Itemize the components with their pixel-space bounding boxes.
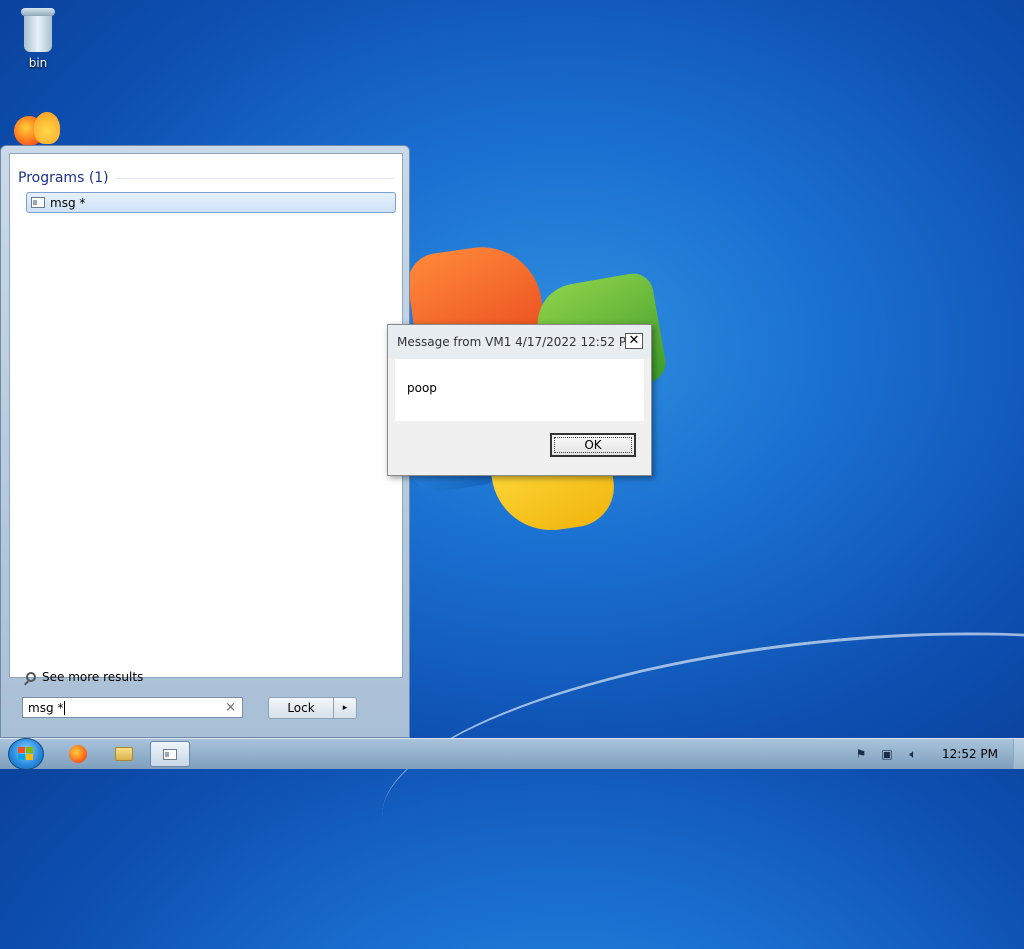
dialog-title: Message from VM1 4/17/2022 12:52 PM <box>397 335 637 349</box>
ok-button[interactable]: OK <box>550 433 636 457</box>
wallpaper-swoosh <box>368 593 1024 949</box>
dialog-message: poop <box>407 381 437 395</box>
windows-flag-icon <box>18 747 34 761</box>
network-icon[interactable]: ▣ <box>879 747 895 761</box>
text-cursor <box>64 700 66 715</box>
folder-icon <box>115 747 133 761</box>
power-button-group: Lock ▸ <box>268 697 357 719</box>
close-icon[interactable]: ✕ <box>625 333 643 349</box>
taskbar-console-button[interactable] <box>150 741 190 767</box>
action-center-flag-icon[interactable]: ⚑ <box>853 747 869 761</box>
magnifier-icon <box>26 672 36 682</box>
lock-button[interactable]: Lock <box>268 697 334 719</box>
search-input-value: msg * <box>28 700 64 715</box>
desktop-icon-firefox[interactable] <box>14 112 64 148</box>
volume-icon[interactable]: 🔈︎ <box>905 747 921 761</box>
show-desktop-button[interactable] <box>1013 739 1024 769</box>
programs-section-header: Programs (1) <box>18 170 394 186</box>
see-more-label: See more results <box>42 670 144 684</box>
start-search-input[interactable]: msg * × <box>22 697 243 718</box>
recycle-bin-icon <box>21 8 55 52</box>
dialog-title-bar[interactable]: Message from VM1 4/17/2022 12:52 PM ✕ <box>388 325 651 359</box>
taskbar-firefox-button[interactable] <box>58 741 98 767</box>
section-divider <box>116 177 394 179</box>
taskbar: ⚑ ▣ 🔈︎ 12:52 PM <box>0 738 1024 770</box>
desktop-icon-recycle-bin[interactable]: bin <box>8 8 68 70</box>
see-more-results-link[interactable]: See more results <box>26 670 143 684</box>
search-result-msg[interactable]: msg * <box>26 192 396 213</box>
search-result-label: msg * <box>50 195 86 210</box>
message-dialog: Message from VM1 4/17/2022 12:52 PM ✕ po… <box>387 324 652 476</box>
system-tray: ⚑ ▣ 🔈︎ 12:52 PM <box>848 739 1024 769</box>
clock[interactable]: 12:52 PM <box>942 747 998 761</box>
console-window-icon <box>163 748 177 760</box>
section-title: Programs (1) <box>18 170 109 186</box>
firefox-icon <box>14 112 60 148</box>
firefox-icon <box>69 745 87 763</box>
start-menu: Programs (1) msg * See more results msg … <box>0 145 410 738</box>
dialog-body: poop <box>395 359 644 421</box>
search-results-panel: Programs (1) msg * See more results <box>9 153 403 684</box>
clear-search-icon[interactable]: × <box>225 700 236 715</box>
power-options-arrow-icon[interactable]: ▸ <box>334 697 357 719</box>
console-window-icon <box>31 197 45 208</box>
start-button[interactable] <box>8 738 44 770</box>
desktop-icon-label: bin <box>28 56 48 70</box>
taskbar-explorer-button[interactable] <box>104 741 144 767</box>
